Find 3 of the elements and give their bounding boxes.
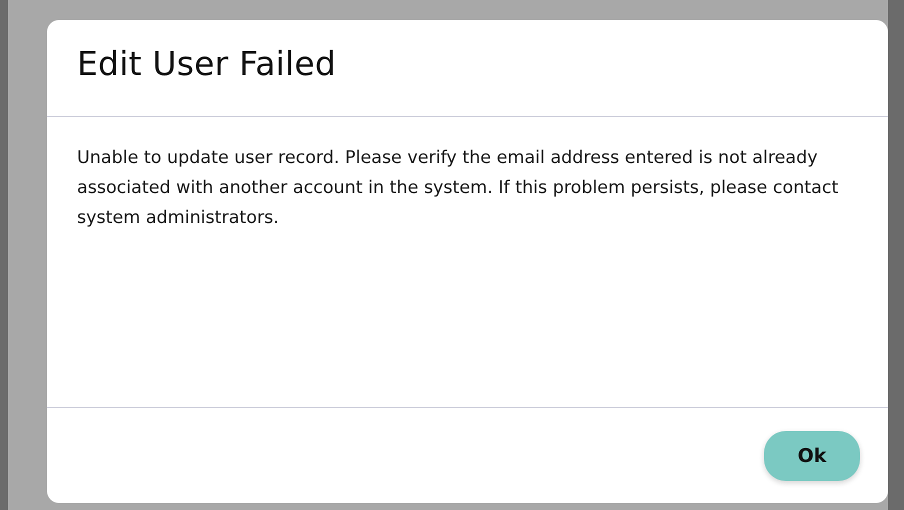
error-message: Unable to update user record. Please verify the email address entered is not already associated with another account in the system. If this problem persists, please contact system administrators. bbox=[77, 147, 840, 230]
dialog-title: Edit User Failed bbox=[77, 44, 338, 83]
ok-button[interactable]: Ok bbox=[764, 430, 860, 480]
